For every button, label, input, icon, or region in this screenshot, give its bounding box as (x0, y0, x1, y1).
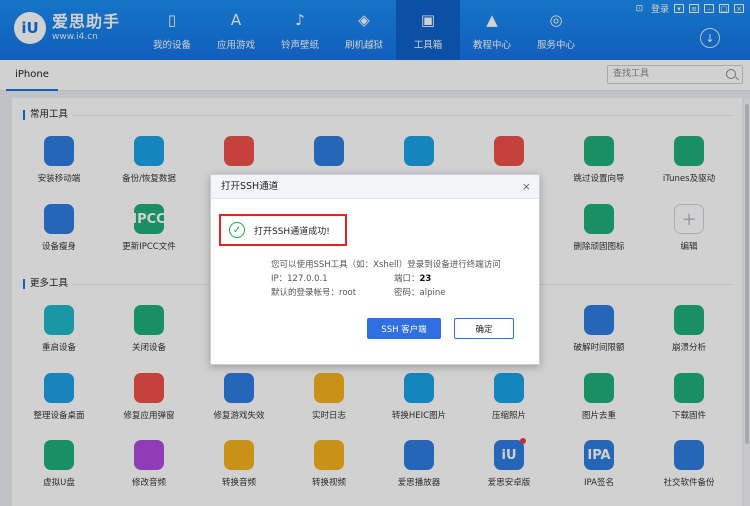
check-circle-icon: ✓ (229, 222, 245, 238)
close-icon[interactable]: × (522, 175, 531, 199)
ok-button[interactable]: 确定 (454, 318, 514, 339)
password-row: 密码：alpine (394, 288, 446, 298)
ip-row: IP：127.0.0.1 (271, 274, 328, 284)
success-text: 打开SSH通道成功! (254, 226, 330, 237)
user-row: 默认的登录帐号：root (271, 288, 357, 298)
dialog-title: 打开SSH通道 (221, 181, 279, 192)
ssh-dialog: 打开SSH通道 × ✓ 打开SSH通道成功! 您可以使用SSH工具（如：Xshe… (210, 174, 540, 365)
success-message: ✓ 打开SSH通道成功! (219, 214, 347, 246)
dialog-header: 打开SSH通道 × (211, 175, 539, 199)
info-line: 您可以使用SSH工具（如：Xshell）登录到设备进行终端访问 (271, 260, 501, 270)
ssh-client-button[interactable]: SSH 客户端 (367, 318, 441, 339)
port-row: 端口：23 (394, 274, 432, 284)
